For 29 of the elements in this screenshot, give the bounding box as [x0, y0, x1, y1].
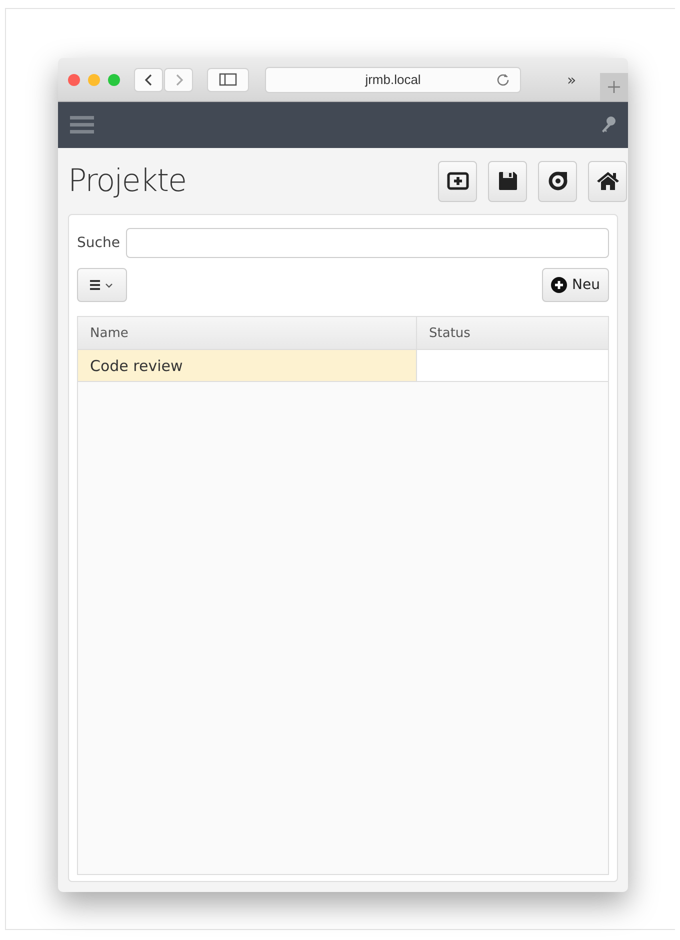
table-cell[interactable]: Code review — [78, 350, 417, 382]
search-field[interactable] — [126, 228, 609, 258]
address-bar[interactable]: jrmb.local — [265, 66, 521, 92]
column-header[interactable]: Status — [417, 317, 608, 350]
url-text: jrmb.local — [365, 72, 421, 87]
new-tab-button[interactable] — [600, 72, 628, 100]
plus-icon — [607, 80, 621, 94]
reload-icon[interactable] — [496, 72, 510, 86]
back-icon — [142, 72, 154, 86]
menu-icon[interactable] — [70, 115, 94, 135]
page-title: Projekte — [68, 163, 186, 199]
back-button[interactable] — [134, 68, 163, 92]
list-caret-icon — [90, 280, 114, 290]
home-button[interactable] — [588, 160, 627, 202]
sidebar-icon — [219, 73, 237, 86]
list-menu-button[interactable] — [77, 268, 127, 302]
add-icon — [446, 171, 468, 191]
key-icon[interactable] — [600, 116, 616, 134]
column-header[interactable]: Name — [78, 317, 417, 350]
add-button[interactable] — [438, 160, 477, 202]
refresh-button[interactable] — [538, 160, 577, 202]
plus-circle-icon — [551, 277, 568, 293]
close-button[interactable] — [68, 74, 80, 86]
search-label: Suche — [77, 235, 120, 251]
sidebar-button[interactable] — [207, 68, 249, 92]
new-button[interactable]: Neu — [542, 268, 609, 302]
save-button[interactable] — [488, 160, 527, 202]
overflow-button[interactable]: » — [567, 70, 576, 88]
home-icon — [596, 171, 618, 191]
